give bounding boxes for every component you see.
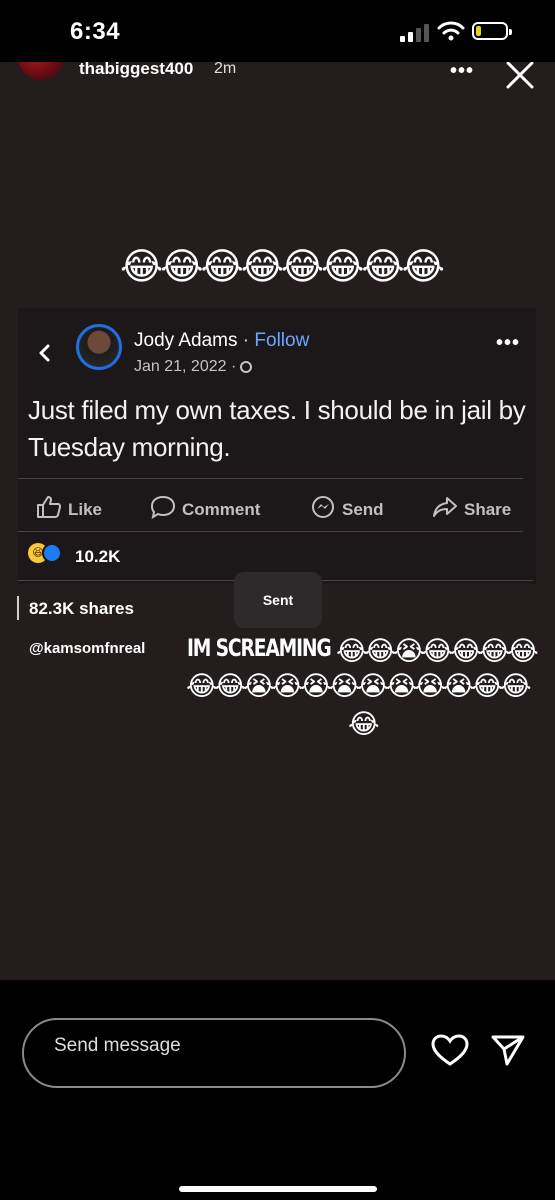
clock: 6:34 [70,18,121,45]
share-action: Share [432,495,511,520]
story-username[interactable]: thabiggest400 [79,62,193,79]
home-indicator [179,1186,377,1192]
like-label: Like [68,500,103,519]
share-arrow-icon [433,497,457,517]
caption-text: IM SCREAMING [187,634,332,662]
post-author-avatar [76,324,122,370]
post-date-text: Jan 21, 2022 · [134,358,237,375]
sent-toast: Sent [234,572,322,628]
heart-icon[interactable] [430,1034,470,1066]
status-bar: 6:34 [0,0,555,62]
thumbs-up-icon [37,496,61,518]
text-cursor [17,596,19,620]
caption-emoji-line-3: 😂 [348,709,380,739]
shared-post-card: Jody Adams · Follow Jan 21, 2022 · ••• J… [18,308,536,584]
post-more-icon: ••• [496,332,521,354]
post-date: Jan 21, 2022 · [134,358,253,376]
post-author-name: Jody Adams [134,330,238,351]
reaction-icons: 😆 [28,541,62,569]
back-chevron-icon [39,344,50,362]
comment-label: Comment [182,500,261,519]
message-box[interactable] [22,1018,406,1088]
share-label: Share [464,500,512,519]
more-options-icon[interactable]: ••• [450,62,474,81]
globe-icon [240,361,253,373]
separator: · [237,330,255,351]
send-message-input[interactable] [52,1034,386,1058]
caption-emoji-line-1: 😂😂😭😂😂😂😂 [336,636,539,666]
post-text: Just filed my own taxes. I should be in … [28,395,526,462]
send-action: Send [310,495,384,520]
comment-icon [150,495,176,520]
close-icon[interactable] [503,62,537,92]
reaction-count: 10.2K [75,547,121,566]
comment-action: Comment [150,495,260,520]
mention-handle[interactable]: @kamsomfnreal [29,640,145,657]
post-action-bar: Like Comment Send Share [18,478,523,532]
send-icon[interactable] [490,1034,526,1066]
cellular-signal-icon [400,22,430,42]
story-viewer[interactable]: thabiggest400 2m ••• 😂😂😂😂😂😂😂😂 Jody Adams… [0,62,555,980]
battery-icon [472,22,512,40]
post-author-line: Jody Adams · Follow [134,330,309,352]
reply-bar [0,980,555,1200]
like-reaction-icon [42,543,62,563]
caption-emoji-line-2: 😂😂😭😭😭😭😭😭😭😭😂😂 [186,671,532,701]
like-action: Like [36,495,102,520]
story-timestamp: 2m [214,62,237,77]
follow-link: Follow [254,330,310,351]
wifi-icon [437,21,465,41]
share-count: 82.3K shares [29,599,134,618]
story-avatar[interactable] [18,62,64,80]
messenger-icon [312,496,334,518]
send-label: Send [342,500,384,519]
emoji-row: 😂😂😂😂😂😂😂😂 [120,246,445,287]
